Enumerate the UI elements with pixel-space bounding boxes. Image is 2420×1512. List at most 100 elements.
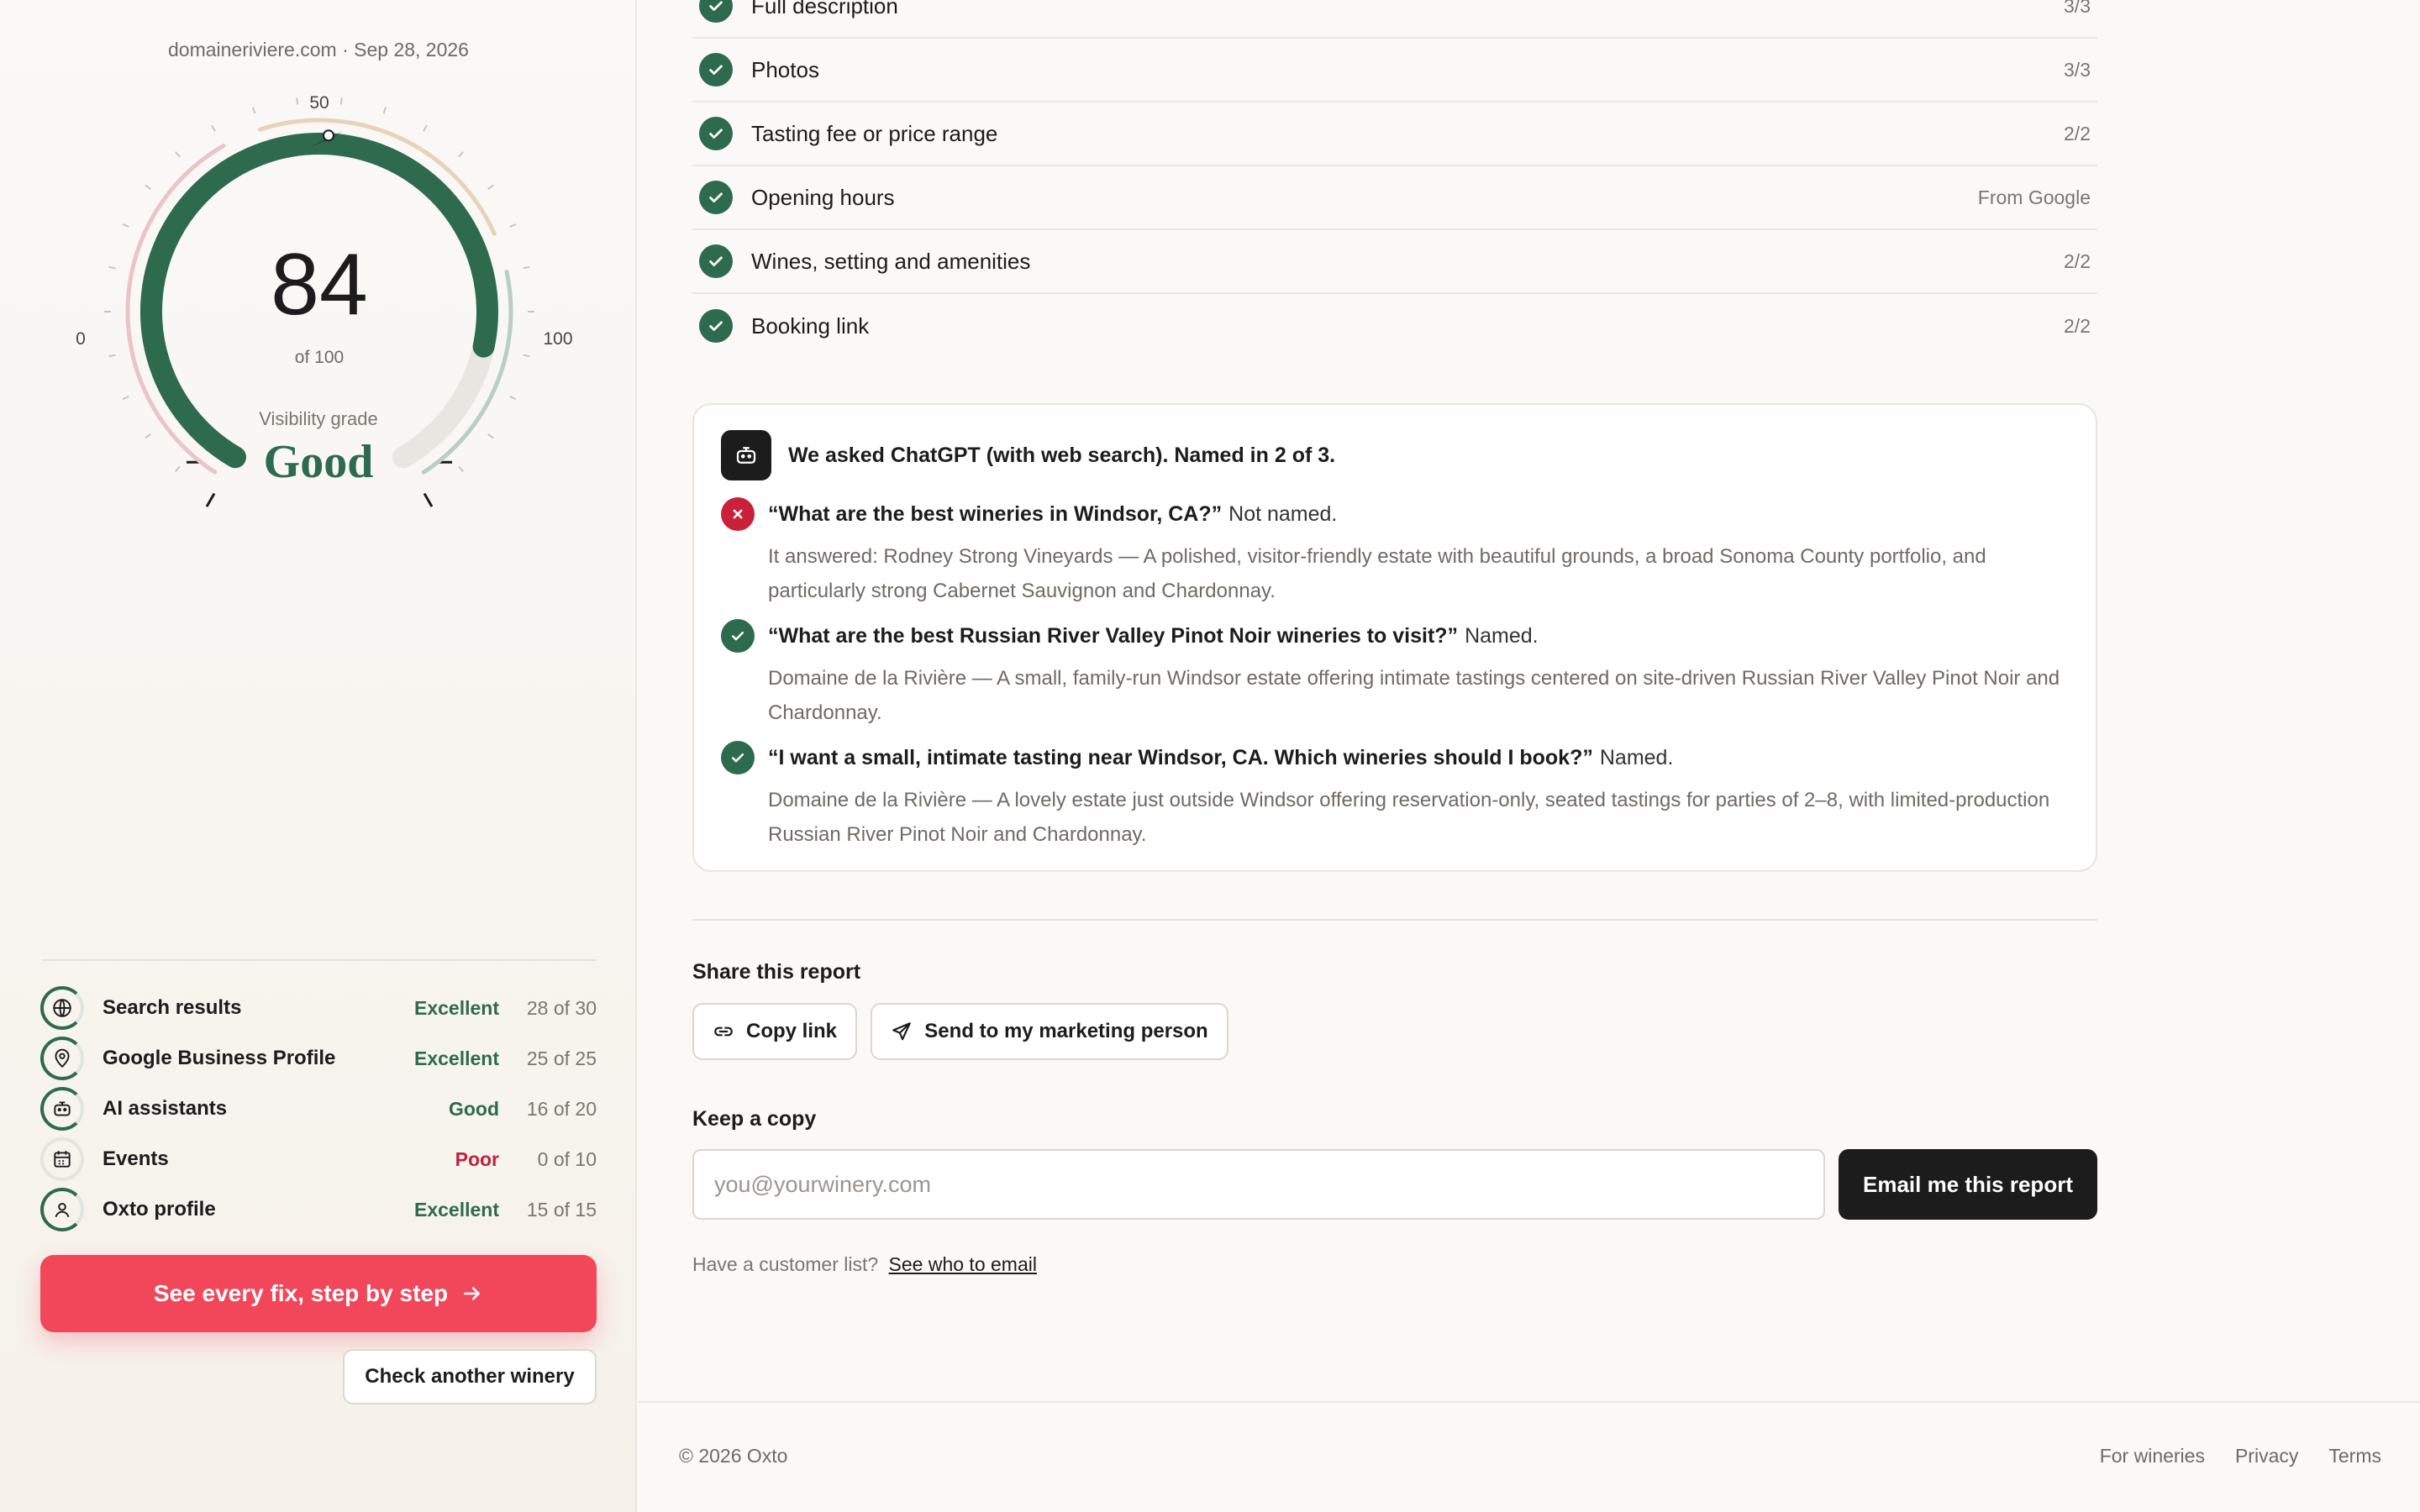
gauge-minor-tick	[487, 184, 494, 191]
category-name: Google Business Profile	[103, 1047, 336, 1069]
category-name: Events	[103, 1147, 169, 1170]
checklist-value: 3/3	[2064, 0, 2091, 17]
divider	[42, 959, 597, 961]
profile-checklist: Full description 3/3 Photos 3/3 Tasting …	[692, 0, 2097, 358]
footer-link-privacy[interactable]: Privacy	[2235, 1445, 2298, 1467]
category-row-search[interactable]: Search results Excellent 28 of 30	[40, 983, 597, 1033]
checklist-row: Full description 3/3	[692, 0, 2097, 39]
send-marketing-button[interactable]: Send to my marketing person	[871, 1003, 1228, 1060]
checklist-label: Tasting fee or price range	[751, 120, 998, 146]
grade-label: Visibility grade	[259, 408, 378, 429]
category-name: Search results	[103, 996, 242, 1019]
check-icon	[699, 53, 733, 87]
gauge-pointer-dot	[322, 129, 334, 142]
check-icon	[699, 244, 733, 278]
gauge-minor-tick	[458, 151, 465, 158]
divider	[692, 919, 2097, 921]
checklist-value: From Google	[1977, 186, 2091, 208]
see-every-fix-button[interactable]: See every fix, step by step	[40, 1255, 597, 1332]
keep-copy-title: Keep a copy	[692, 1107, 817, 1131]
gauge-max-label: 100	[543, 329, 572, 349]
gauge-mid-label: 50	[309, 93, 329, 113]
category-name: AI assistants	[103, 1097, 228, 1120]
cta-label: See every fix, step by step	[153, 1280, 449, 1306]
gauge-score: 84	[271, 236, 368, 333]
copy-link-label: Copy link	[745, 1020, 837, 1042]
checklist-row: Opening hours From Google	[692, 166, 2097, 230]
checklist-value: 3/3	[2064, 58, 2091, 81]
footer-links: For wineries Privacy Terms	[2100, 1445, 2381, 1467]
gauge-minor-tick	[122, 395, 129, 401]
category-grade: Excellent	[414, 1047, 499, 1069]
gauge-minor-tick	[174, 151, 181, 158]
ai-question: “What are the best Russian River Valley …	[721, 619, 2065, 730]
category-row-ai[interactable]: AI assistants Good 16 of 20	[40, 1084, 597, 1134]
link-icon	[714, 1026, 733, 1037]
checklist-label: Opening hours	[751, 184, 895, 210]
gauge-major-tick	[205, 492, 216, 507]
checklist-row: Photos 3/3	[692, 39, 2097, 102]
ai-question: “What are the best wineries in Windsor, …	[721, 497, 2065, 608]
see-who-to-email-link[interactable]: See who to email	[889, 1253, 1037, 1275]
checklist-row: Wines, setting and amenities 2/2	[692, 230, 2097, 294]
checklist-label: Wines, setting and amenities	[751, 248, 1031, 274]
gauge-minor-tick	[145, 184, 151, 191]
ai-question: “I want a small, intimate tasting near W…	[721, 741, 2065, 852]
copyright: © 2026 Oxto	[679, 1445, 788, 1467]
email-report-button[interactable]: Email me this report	[1839, 1149, 2097, 1220]
gauge-minor-tick	[339, 97, 343, 105]
category-score: 0 of 10	[537, 1147, 597, 1170]
close-icon	[721, 497, 755, 531]
gauge-minor-tick	[382, 107, 387, 114]
checklist-label: Booking link	[751, 312, 870, 339]
grade-value: Good	[263, 436, 374, 488]
gauge-minor-tick	[523, 354, 530, 358]
gauge-minor-tick	[251, 107, 256, 114]
gauge-minor-tick	[108, 265, 116, 270]
email-field[interactable]	[692, 1149, 1825, 1220]
category-row-gbp[interactable]: Google Business Profile Excellent 25 of …	[40, 1033, 597, 1084]
question-status: Not named.	[1228, 501, 1338, 526]
category-score: 28 of 30	[526, 996, 597, 1019]
gauge-major-tick	[423, 492, 434, 507]
customer-list-prefix: Have a customer list?	[692, 1253, 879, 1275]
checklist-value: 2/2	[2064, 249, 2091, 272]
ai-assistant-card: We asked ChatGPT (with web search). Name…	[692, 403, 2097, 872]
category-score: 15 of 15	[526, 1198, 597, 1221]
footer-link-for-wineries[interactable]: For wineries	[2100, 1445, 2205, 1467]
check-icon	[721, 741, 755, 774]
question-status: Named.	[1599, 745, 1674, 769]
footer-link-terms[interactable]: Terms	[2328, 1445, 2381, 1467]
category-row-events[interactable]: Events Poor 0 of 10	[40, 1134, 597, 1184]
user-icon	[40, 1188, 84, 1231]
check-another-winery-button[interactable]: Check another winery	[343, 1349, 597, 1404]
check-icon	[699, 181, 733, 214]
category-grade: Excellent	[414, 1198, 499, 1221]
share-title: Share this report	[692, 960, 861, 984]
category-list: Search results Excellent 28 of 30 Google…	[40, 983, 597, 1235]
ai-card-header: We asked ChatGPT (with web search). Name…	[721, 430, 1335, 480]
gauge-minor-tick	[509, 395, 517, 401]
checklist-value: 2/2	[2064, 122, 2091, 144]
category-row-oxto[interactable]: Oxto profile Excellent 15 of 15	[40, 1184, 597, 1235]
sidebar: domaineriviere.com · Sep 28, 2026 0 50 1…	[0, 0, 637, 1512]
question-text: “I want a small, intimate tasting near W…	[768, 745, 1593, 769]
gauge-minor-tick	[523, 265, 530, 270]
domain-date: domaineriviere.com · Sep 28, 2026	[168, 39, 469, 60]
gauge-minor-tick	[122, 223, 129, 228]
divider	[639, 1401, 2420, 1403]
category-grade: Good	[448, 1097, 499, 1120]
score-gauge: 0 50 100 84 of 100	[50, 81, 588, 507]
copy-link-button[interactable]: Copy link	[692, 1003, 857, 1060]
check-icon	[699, 0, 733, 23]
gauge-min-label: 0	[76, 329, 86, 349]
checklist-row: Booking link 2/2	[692, 294, 2097, 358]
gauge-minor-tick	[423, 124, 428, 132]
calendar-icon	[40, 1137, 84, 1181]
send-icon	[892, 1022, 912, 1041]
check-icon	[699, 309, 733, 343]
gauge-minor-tick	[509, 223, 517, 228]
gauge-graphic: 0 50 100 84 of 100	[76, 93, 573, 507]
question-status: Named.	[1465, 623, 1539, 648]
send-marketing-label: Send to my marketing person	[924, 1020, 1208, 1042]
